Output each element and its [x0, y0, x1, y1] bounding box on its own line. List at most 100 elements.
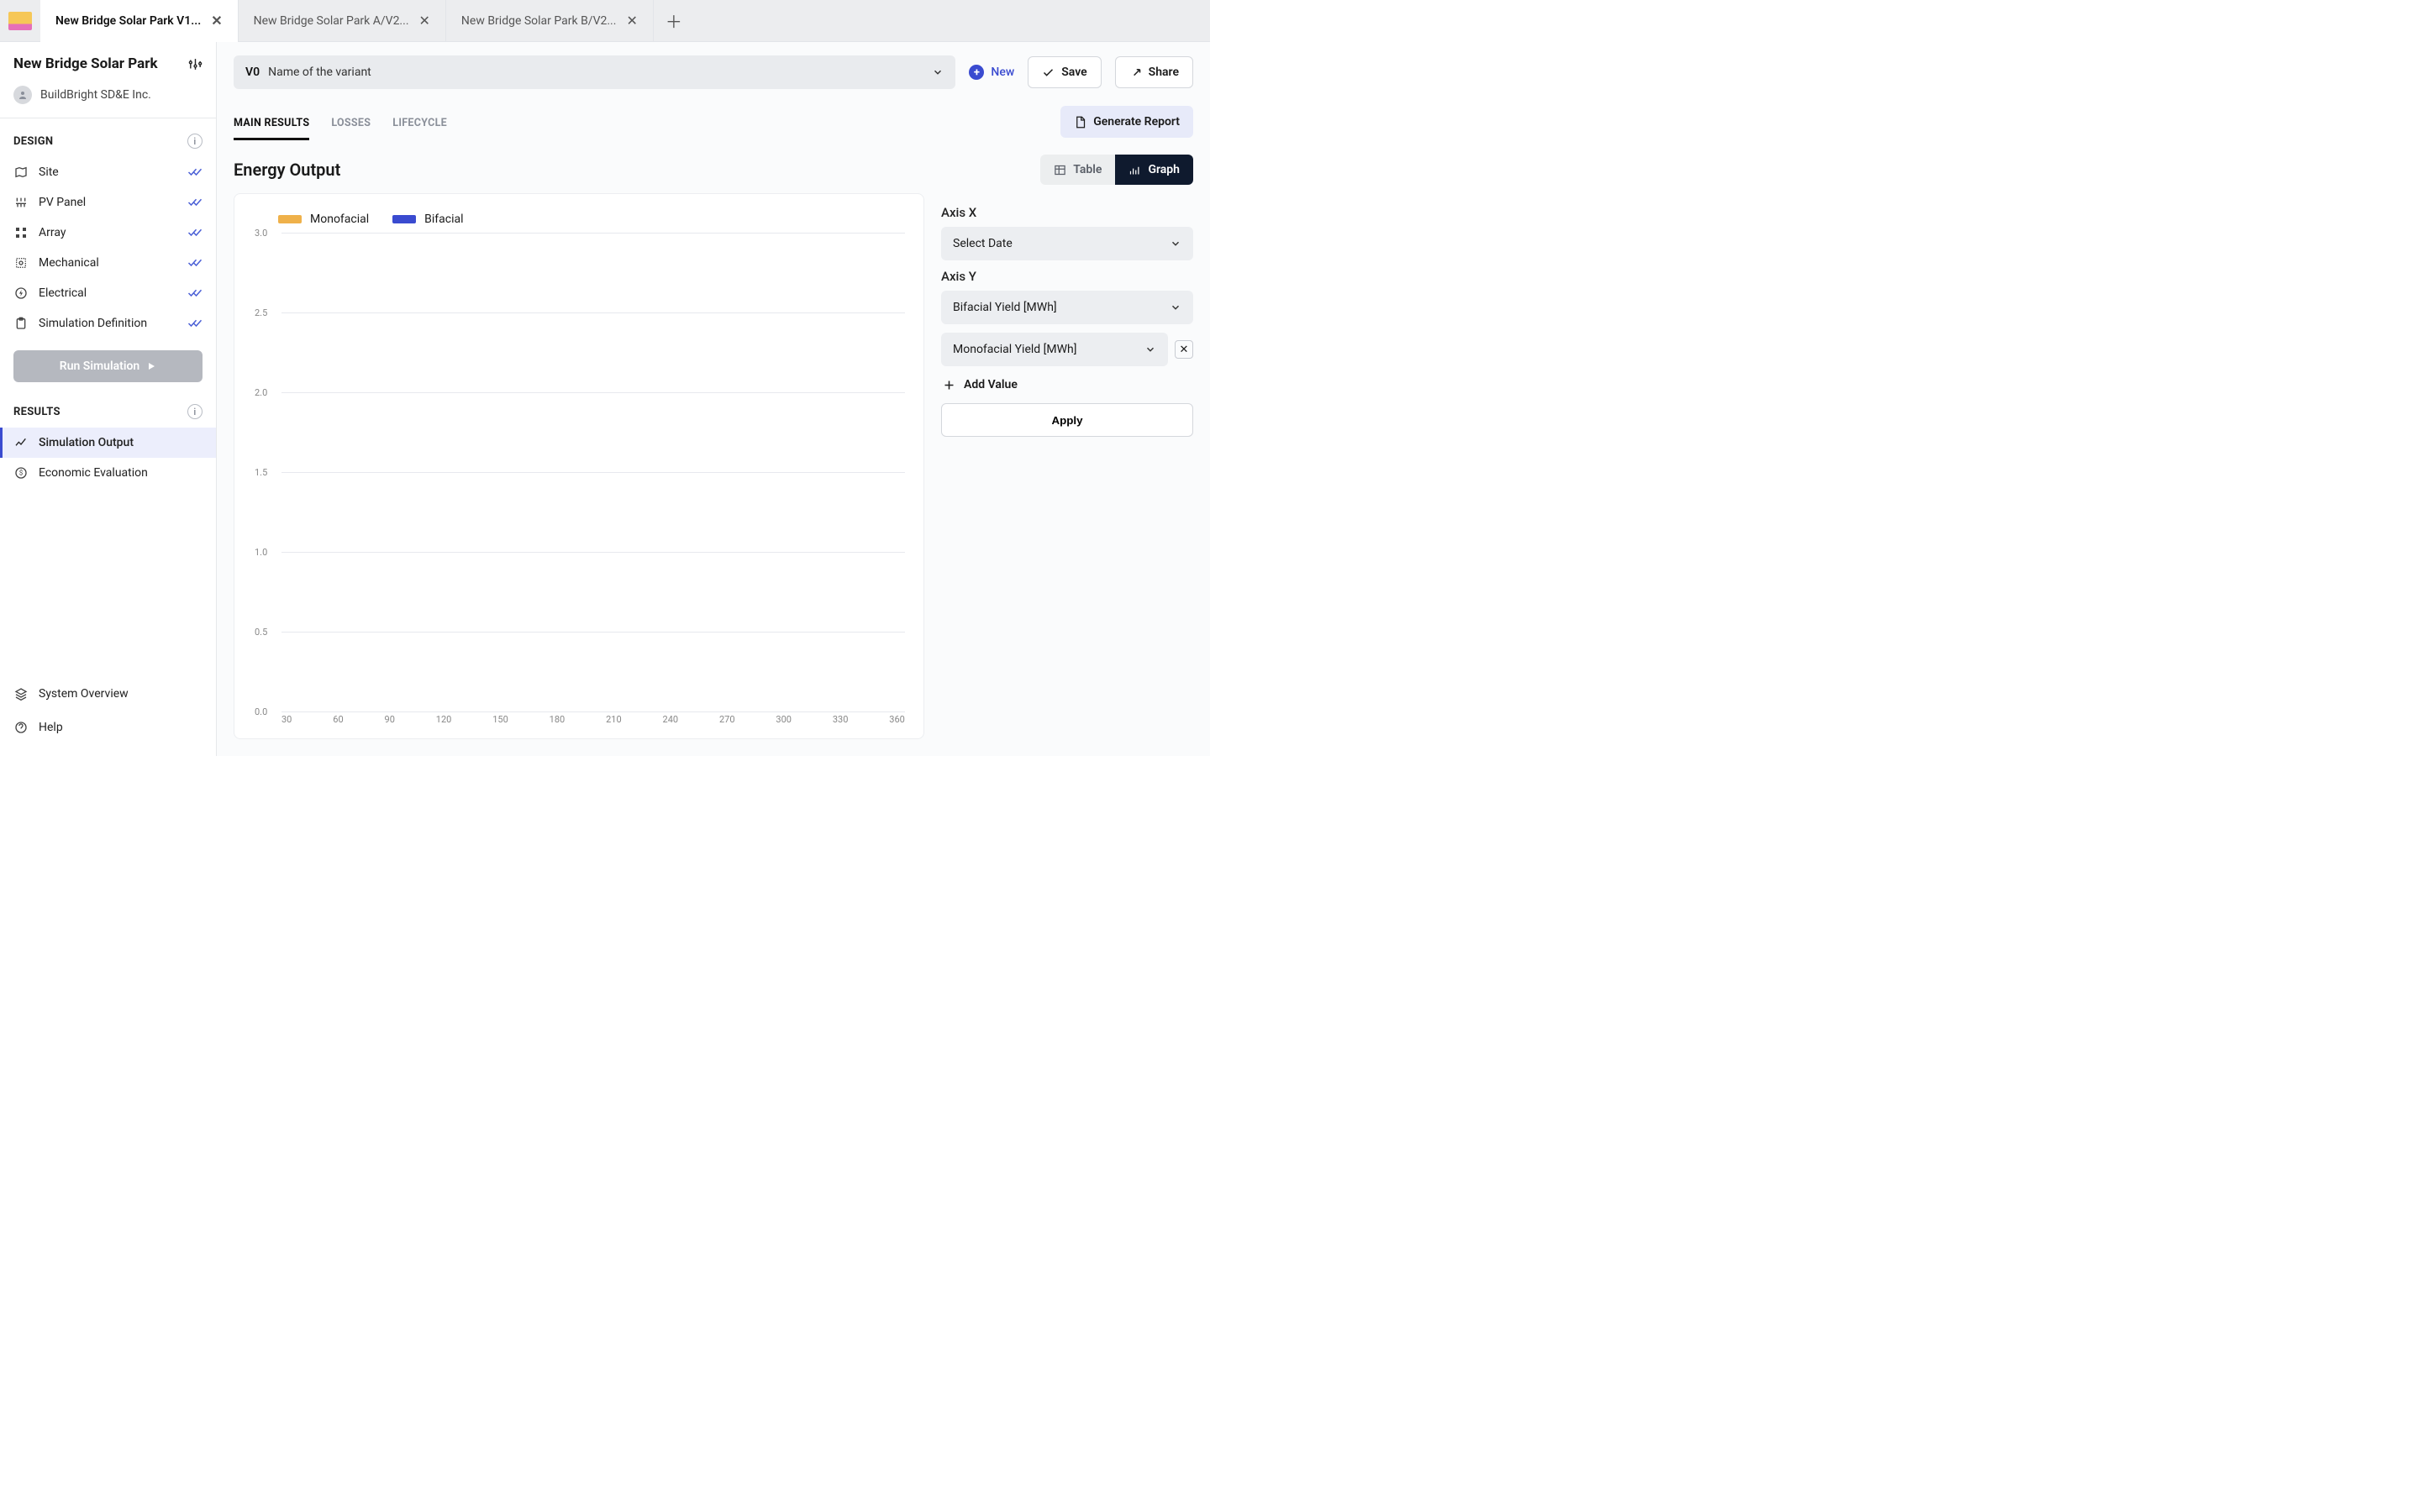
tab-item[interactable]: New Bridge Solar Park V1... ✕ — [40, 0, 239, 42]
new-label: New — [991, 66, 1014, 79]
sidebar-item-array[interactable]: Array — [0, 218, 216, 248]
add-tab-button[interactable]: ＋ — [654, 8, 694, 33]
sidebar-item-pv-panel[interactable]: PV Panel — [0, 187, 216, 218]
axis-y2-select[interactable]: Monofacial Yield [MWh] — [941, 333, 1168, 366]
play-icon — [146, 361, 156, 371]
company-name: BuildBright SD&E Inc. — [40, 88, 151, 102]
info-icon[interactable]: i — [187, 134, 203, 149]
sidebar-item-label: Economic Evaluation — [39, 466, 148, 480]
check-icon — [187, 197, 203, 207]
check-icon — [187, 318, 203, 328]
view-toggle: Table Graph — [1040, 155, 1193, 185]
tab-label: New Bridge Solar Park A/V2... — [254, 14, 409, 28]
save-label: Save — [1061, 66, 1086, 79]
section-title: Energy Output — [234, 160, 340, 180]
chart-plot: 306090120150180210240270300330360 0.00.5… — [253, 233, 905, 723]
sidebar-item-system-overview[interactable]: System Overview — [0, 677, 216, 711]
apply-button[interactable]: Apply — [941, 403, 1193, 437]
run-label: Run Simulation — [60, 360, 139, 373]
sidebar-item-simulation-definition[interactable]: Simulation Definition — [0, 308, 216, 339]
swatch-mono — [278, 215, 302, 223]
legend-monofacial: Monofacial — [278, 213, 369, 226]
sidebar-item-label: Simulation Definition — [39, 317, 147, 330]
main-content: V0 Name of the variant + New Save Share … — [217, 42, 1210, 756]
sidebar-item-label: Mechanical — [39, 256, 99, 270]
swatch-bi — [392, 215, 416, 223]
sliders-icon[interactable] — [188, 57, 203, 71]
variant-select[interactable]: V0 Name of the variant — [234, 55, 955, 89]
run-simulation-button[interactable]: Run Simulation — [13, 350, 203, 382]
sidebar-item-label: Site — [39, 165, 59, 179]
generate-report-button[interactable]: Generate Report — [1060, 106, 1193, 138]
axis-config-panel: Axis X Select Date Axis Y Bifacial Yield… — [941, 193, 1193, 739]
tab-lifecycle[interactable]: LIFECYCLE — [392, 108, 447, 140]
sidebar-item-help[interactable]: Help — [0, 711, 216, 744]
map-icon — [13, 165, 29, 179]
view-graph-label: Graph — [1148, 163, 1180, 176]
sidebar-item-site[interactable]: Site — [0, 157, 216, 187]
sidebar-item-label: Array — [39, 226, 66, 239]
table-icon — [1054, 164, 1066, 176]
sidebar-item-label: Simulation Output — [39, 436, 134, 449]
company-avatar-icon — [13, 86, 32, 104]
grid-icon — [13, 226, 29, 239]
document-icon — [1074, 116, 1086, 129]
sidebar-item-label: Help — [39, 721, 63, 734]
chart-icon — [13, 436, 29, 449]
tab-losses[interactable]: LOSSES — [331, 108, 371, 140]
help-icon — [13, 721, 29, 734]
share-button[interactable]: Share — [1115, 56, 1193, 88]
axis-x-label: Axis X — [941, 205, 1193, 220]
chevron-down-icon — [1170, 302, 1181, 313]
bolt-icon — [13, 286, 29, 300]
save-button[interactable]: Save — [1028, 56, 1101, 88]
tab-label: New Bridge Solar Park V1... — [55, 14, 201, 28]
add-value-button[interactable]: Add Value — [941, 366, 1193, 403]
sidebar-item-label: PV Panel — [39, 196, 86, 209]
project-title: New Bridge Solar Park — [13, 55, 158, 72]
check-icon — [187, 258, 203, 268]
app-logo[interactable] — [0, 0, 40, 42]
section-results: RESULTS — [13, 406, 60, 418]
sidebar-item-economic-evaluation[interactable]: $ Economic Evaluation — [0, 458, 216, 488]
company-row[interactable]: BuildBright SD&E Inc. — [0, 79, 216, 118]
share-icon — [1129, 66, 1142, 79]
remove-axis-button[interactable]: ✕ — [1175, 340, 1193, 359]
view-graph-button[interactable]: Graph — [1115, 155, 1193, 185]
clipboard-icon — [13, 317, 29, 330]
axis-x-select[interactable]: Select Date — [941, 227, 1193, 260]
tab-item[interactable]: New Bridge Solar Park A/V2... ✕ — [239, 0, 446, 42]
check-icon — [187, 228, 203, 238]
document-tabs-bar: New Bridge Solar Park V1... ✕ New Bridge… — [0, 0, 1210, 42]
chevron-down-icon — [1170, 238, 1181, 249]
check-icon — [187, 167, 203, 177]
results-tabs: MAIN RESULTS LOSSES LIFECYCLE — [234, 108, 447, 140]
close-icon[interactable]: ✕ — [419, 13, 430, 29]
generate-report-label: Generate Report — [1093, 115, 1180, 129]
tab-main-results[interactable]: MAIN RESULTS — [234, 108, 309, 140]
chart-card: Monofacial Bifacial 30609012015018021024… — [234, 193, 924, 739]
variant-code: V0 — [245, 66, 260, 79]
info-icon[interactable]: i — [187, 404, 203, 419]
check-icon — [187, 288, 203, 298]
plus-icon — [943, 379, 955, 391]
sidebar-item-mechanical[interactable]: Mechanical — [0, 248, 216, 278]
plus-icon: + — [969, 65, 984, 80]
sidebar: New Bridge Solar Park BuildBright SD&E I… — [0, 42, 217, 756]
legend-bifacial: Bifacial — [392, 213, 463, 226]
view-table-button[interactable]: Table — [1040, 155, 1115, 185]
graph-icon — [1128, 164, 1141, 176]
axis-y1-select[interactable]: Bifacial Yield [MWh] — [941, 291, 1193, 324]
svg-text:$: $ — [19, 470, 24, 477]
tab-item[interactable]: New Bridge Solar Park B/V2... ✕ — [446, 0, 654, 42]
variant-name: Name of the variant — [268, 66, 371, 79]
chevron-down-icon — [1144, 344, 1156, 355]
chevron-down-icon — [932, 66, 944, 78]
money-icon: $ — [13, 466, 29, 480]
sidebar-item-label: System Overview — [39, 687, 129, 701]
close-icon[interactable]: ✕ — [626, 13, 637, 29]
sidebar-item-electrical[interactable]: Electrical — [0, 278, 216, 308]
new-variant-button[interactable]: + New — [969, 65, 1014, 80]
close-icon[interactable]: ✕ — [211, 13, 222, 29]
sidebar-item-simulation-output[interactable]: Simulation Output — [0, 428, 216, 458]
